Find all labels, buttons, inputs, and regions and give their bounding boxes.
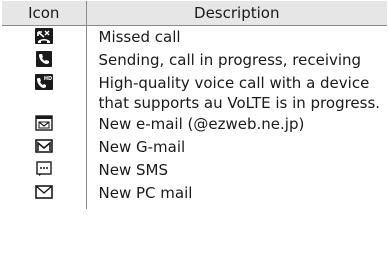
description-cell: New SMS	[98, 161, 168, 179]
sms-icon	[36, 161, 52, 177]
svg-text:HD: HD	[44, 76, 52, 82]
icon-description-table: Icon Description Missed call Sending, ca…	[2, 1, 387, 209]
table-row: New PC mail	[2, 182, 387, 209]
description-column-header: Description	[86, 1, 387, 26]
description-cell: Sending, call in progress, receiving	[98, 51, 362, 69]
table-row: Missed call	[2, 25, 387, 49]
gmail-icon	[34, 138, 53, 154]
description-cell: New PC mail	[98, 184, 193, 202]
hd-volte-call-icon: HD	[34, 74, 53, 90]
description-cell: Missed call	[98, 28, 181, 46]
description-cell: High-quality voice call with a device th…	[98, 74, 381, 112]
description-cell: New G-mail	[98, 138, 186, 156]
call-in-progress-icon	[35, 51, 52, 67]
missed-call-icon	[34, 28, 53, 44]
description-cell: New e-mail (@ezweb.ne.jp)	[98, 115, 305, 133]
ezweb-email-icon	[35, 115, 53, 131]
table-row: New e-mail (@ezweb.ne.jp)	[2, 113, 387, 136]
table-row: New G-mail	[2, 136, 387, 159]
icon-column-header: Icon	[2, 1, 87, 26]
table-row: New SMS	[2, 159, 387, 182]
table-header-row: Icon Description	[2, 1, 387, 26]
pc-mail-icon	[34, 184, 53, 200]
table-row: Sending, call in progress, receiving	[2, 49, 387, 72]
table-row: HD High-quality voice call with a device…	[2, 72, 387, 113]
